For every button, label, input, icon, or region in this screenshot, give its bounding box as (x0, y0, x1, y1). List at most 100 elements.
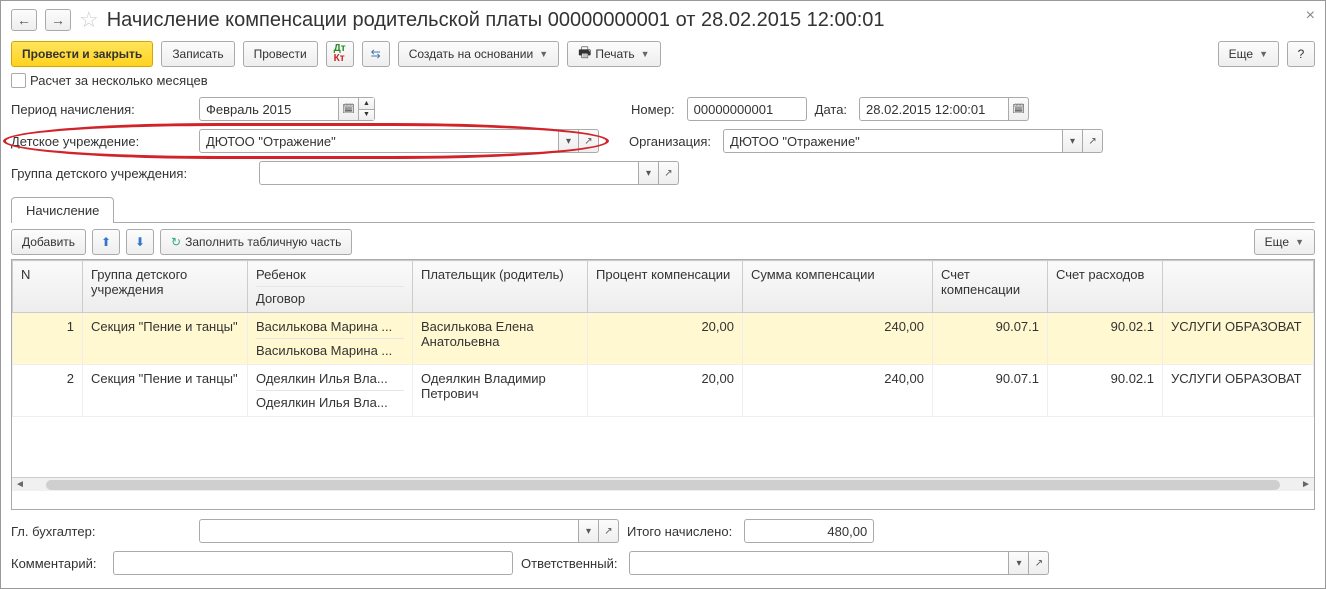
save-button[interactable]: Записать (161, 41, 234, 67)
dropdown-icon[interactable]: ▾ (1063, 129, 1083, 153)
accountant-label: Гл. бухгалтер: (11, 524, 191, 539)
more-button[interactable]: Еще▼ (1218, 41, 1279, 67)
tab-accrual[interactable]: Начисление (11, 197, 114, 223)
number-input[interactable]: 00000000001 (687, 97, 807, 121)
total-value: 480,00 (744, 519, 874, 543)
col-n[interactable]: N (13, 261, 83, 313)
cell-pct: 20,00 (588, 365, 743, 417)
table-row[interactable]: 1Секция "Пение и танцы"Василькова Марина… (13, 313, 1314, 365)
group-input[interactable] (259, 161, 639, 185)
responsible-input[interactable] (629, 551, 1009, 575)
move-up-button[interactable]: ⬆ (92, 229, 120, 255)
date-label: Дата: (815, 102, 847, 117)
post-and-close-button[interactable]: Провести и закрыть (11, 41, 153, 67)
cell-extra: УСЛУГИ ОБРАЗОВАТ (1163, 313, 1314, 365)
scroll-thumb[interactable] (46, 480, 1280, 490)
number-label: Номер: (631, 102, 675, 117)
col-extra[interactable] (1163, 261, 1314, 313)
window-title: Начисление компенсации родительской плат… (107, 9, 885, 32)
dropdown-icon[interactable]: ▾ (639, 161, 659, 185)
favorite-star-icon[interactable]: ☆ (79, 7, 99, 33)
arrow-up-icon: ⬆ (101, 235, 111, 249)
open-icon[interactable]: ↗ (599, 519, 619, 543)
dt-kt-button[interactable]: ДтКт (326, 41, 354, 67)
org-label: Организация: (629, 134, 711, 149)
col-pct[interactable]: Процент компенсации (588, 261, 743, 313)
cell-payer: Василькова Елена Анатольевна (413, 313, 588, 365)
cell-acc-exp: 90.02.1 (1048, 365, 1163, 417)
cell-child: Василькова Марина ...Василькова Марина .… (248, 313, 413, 365)
print-icon (578, 42, 591, 66)
chevron-down-icon: ▼ (1295, 237, 1304, 247)
help-button[interactable]: ? (1287, 41, 1315, 67)
cell-child: Одеялкин Илья Вла...Одеялкин Илья Вла... (248, 365, 413, 417)
cell-payer: Одеялкин Владимир Петрович (413, 365, 588, 417)
table-more-button[interactable]: Еще▼ (1254, 229, 1315, 255)
col-child[interactable]: Ребенок Договор (248, 261, 413, 313)
accountant-input[interactable] (199, 519, 579, 543)
arrow-down-icon: ⬇ (135, 235, 145, 249)
period-down[interactable]: ▼ (359, 110, 374, 121)
nav-forward-button[interactable]: → (45, 9, 71, 31)
fill-icon (171, 235, 181, 249)
chevron-down-icon: ▼ (641, 49, 650, 59)
close-icon[interactable]: × (1306, 7, 1315, 25)
period-up[interactable]: ▲ (359, 98, 374, 110)
cell-group: Секция "Пение и танцы" (83, 313, 248, 365)
col-acc-exp[interactable]: Счет расходов (1048, 261, 1163, 313)
structure-icon: ⇆ (371, 47, 381, 61)
col-group[interactable]: Группа детского учреждения (83, 261, 248, 313)
cell-acc-exp: 90.02.1 (1048, 313, 1163, 365)
period-label: Период начисления: (11, 102, 191, 117)
period-input[interactable]: Февраль 2015 (199, 97, 339, 121)
open-icon[interactable]: ↗ (579, 129, 599, 153)
org-input[interactable]: ДЮТОО "Отражение" (723, 129, 1063, 153)
cell-n: 1 (13, 313, 83, 365)
accrual-table[interactable]: N Группа детского учреждения Ребенок Дог… (11, 259, 1315, 510)
col-acc-comp[interactable]: Счет компенсации (933, 261, 1048, 313)
dt-kt-icon: ДтКт (334, 44, 346, 64)
date-input[interactable]: 28.02.2015 12:00:01 (859, 97, 1009, 121)
cell-n: 2 (13, 365, 83, 417)
create-on-basis-button[interactable]: Создать на основании▼ (398, 41, 559, 67)
fill-table-button[interactable]: Заполнить табличную часть (160, 229, 352, 255)
dropdown-icon[interactable]: ▾ (559, 129, 579, 153)
col-payer[interactable]: Плательщик (родитель) (413, 261, 588, 313)
table-row[interactable]: 2Секция "Пение и танцы"Одеялкин Илья Вла… (13, 365, 1314, 417)
cell-group: Секция "Пение и танцы" (83, 365, 248, 417)
cell-acc-comp: 90.07.1 (933, 365, 1048, 417)
post-button[interactable]: Провести (243, 41, 318, 67)
chevron-down-icon: ▼ (1259, 49, 1268, 59)
col-sum[interactable]: Сумма компенсации (743, 261, 933, 313)
multi-month-label: Расчет за несколько месяцев (30, 73, 208, 88)
structure-button[interactable]: ⇆ (362, 41, 390, 67)
dropdown-icon[interactable]: ▾ (1009, 551, 1029, 575)
total-label: Итого начислено: (627, 524, 732, 539)
responsible-label: Ответственный: (521, 556, 617, 571)
scroll-right-icon[interactable]: ► (1298, 479, 1314, 490)
scroll-left-icon[interactable]: ◄ (12, 479, 28, 490)
group-label: Группа детского учреждения: (11, 166, 251, 181)
cell-pct: 20,00 (588, 313, 743, 365)
comment-label: Комментарий: (11, 556, 101, 571)
cell-acc-comp: 90.07.1 (933, 313, 1048, 365)
cell-sum: 240,00 (743, 313, 933, 365)
nav-back-button[interactable]: ← (11, 9, 37, 31)
multi-month-checkbox[interactable] (11, 73, 26, 88)
comment-input[interactable] (113, 551, 513, 575)
cell-sum: 240,00 (743, 365, 933, 417)
child-org-label: Детское учреждение: (11, 134, 191, 149)
horizontal-scrollbar[interactable]: ◄ ► (12, 477, 1314, 491)
move-down-button[interactable]: ⬇ (126, 229, 154, 255)
print-button[interactable]: Печать▼ (567, 41, 660, 67)
open-icon[interactable]: ↗ (1029, 551, 1049, 575)
chevron-down-icon: ▼ (539, 49, 548, 59)
cell-extra: УСЛУГИ ОБРАЗОВАТ (1163, 365, 1314, 417)
add-row-button[interactable]: Добавить (11, 229, 86, 255)
open-icon[interactable]: ↗ (659, 161, 679, 185)
child-org-input[interactable]: ДЮТОО "Отражение" (199, 129, 559, 153)
open-icon[interactable]: ↗ (1083, 129, 1103, 153)
dropdown-icon[interactable]: ▾ (579, 519, 599, 543)
calendar-icon[interactable]: 🗓 (339, 97, 359, 121)
calendar-icon[interactable]: 🗓 (1009, 97, 1029, 121)
